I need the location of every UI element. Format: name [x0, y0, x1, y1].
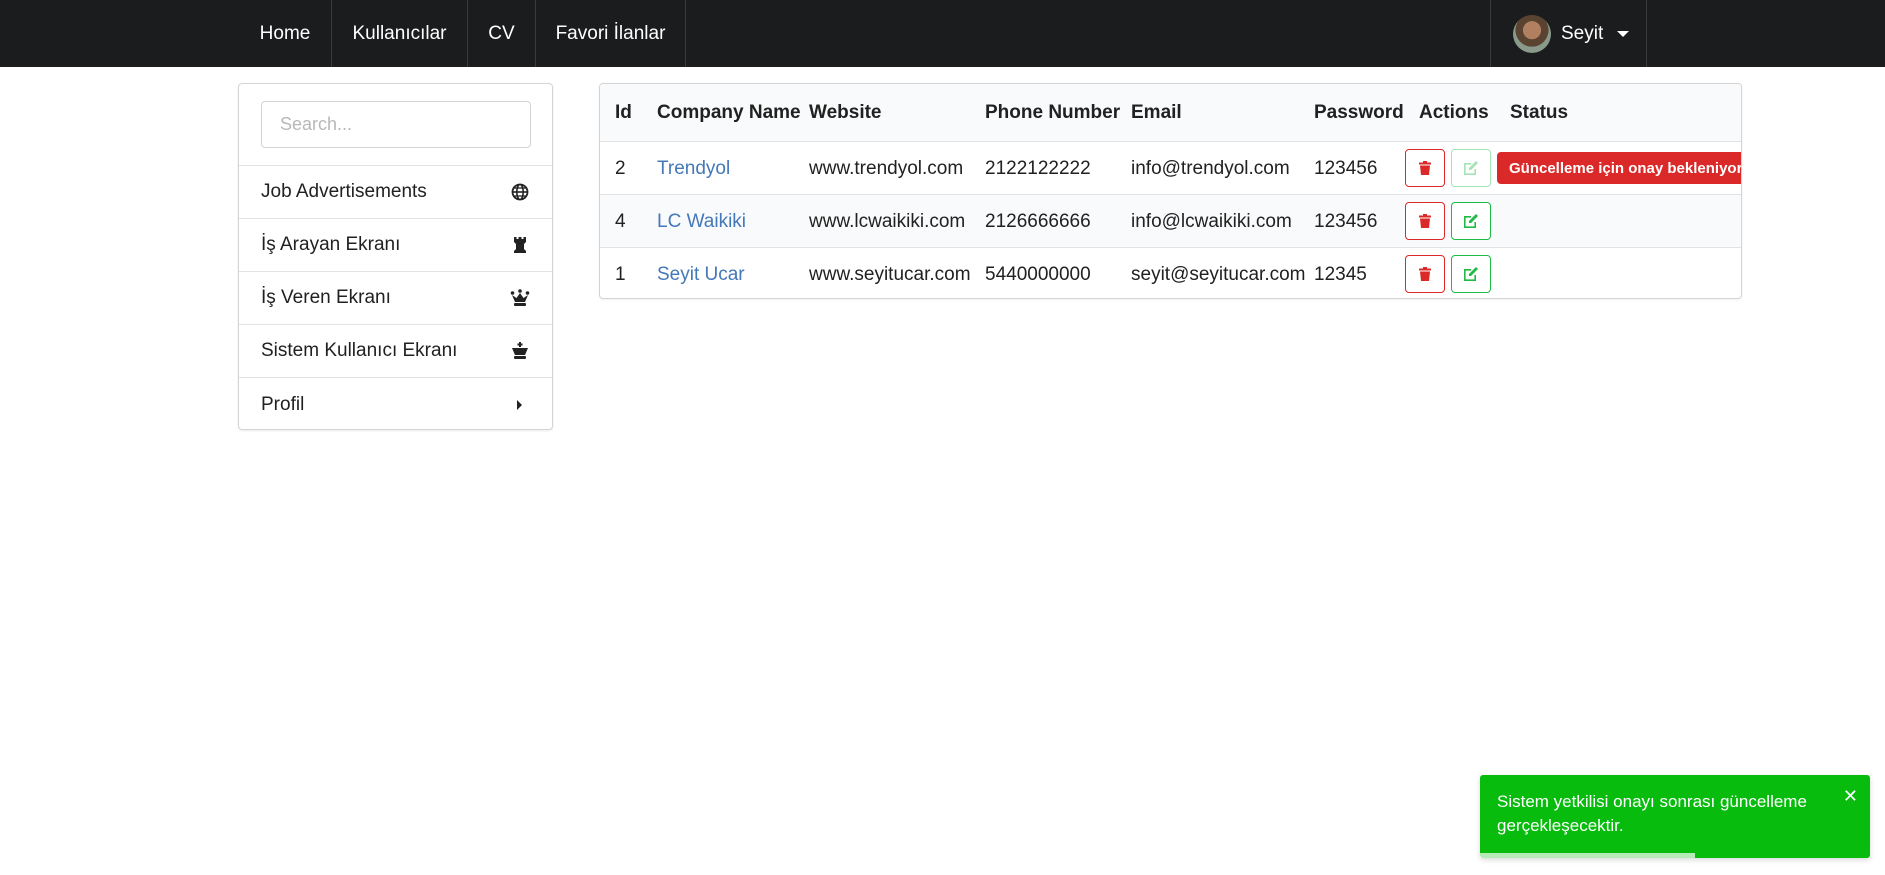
status-badge: Güncelleme için onay bekleniyor: [1497, 152, 1741, 184]
header-website: Website: [809, 102, 882, 123]
edit-icon: [1464, 214, 1478, 228]
company-link[interactable]: Seyit Ucar: [657, 248, 745, 298]
globe-icon: [510, 182, 530, 202]
company-link[interactable]: Trendyol: [657, 142, 730, 195]
header-status: Status: [1510, 102, 1569, 123]
nav-cv[interactable]: CV: [468, 0, 536, 67]
sidebar-item-profil[interactable]: Profil: [239, 378, 552, 431]
sidebar-item-label: Sistem Kullanıcı Ekranı: [261, 340, 458, 361]
cell-email: seyit@seyitucar.com: [1131, 263, 1306, 285]
user-menu[interactable]: Seyit: [1490, 0, 1647, 67]
cell-phone: 5440000000: [985, 263, 1091, 285]
edit-button[interactable]: [1451, 255, 1491, 293]
chess-queen-icon: [510, 288, 530, 308]
avatar: [1513, 14, 1551, 53]
caret-right-icon: [510, 395, 530, 415]
chess-king-icon: [510, 341, 530, 361]
delete-button[interactable]: [1405, 202, 1445, 240]
sidebar-item-job-advertisements[interactable]: Job Advertisements: [239, 166, 552, 219]
search-container: [239, 84, 552, 166]
trash-icon: [1419, 161, 1431, 175]
header-id: Id: [615, 102, 632, 123]
nav-kullanicilar[interactable]: Kullanıcılar: [332, 0, 468, 67]
edit-button[interactable]: [1451, 202, 1491, 240]
close-icon[interactable]: ✕: [1843, 784, 1858, 808]
chess-rook-icon: [510, 235, 530, 255]
cell-id: 2: [615, 157, 626, 179]
delete-button[interactable]: [1405, 149, 1445, 187]
header-actions: Actions: [1419, 102, 1489, 123]
nav-favori-ilanlar[interactable]: Favori İlanlar: [536, 0, 686, 67]
sidebar-item-label: Job Advertisements: [261, 181, 427, 202]
cell-email: info@trendyol.com: [1131, 157, 1290, 179]
edit-button[interactable]: [1451, 149, 1491, 187]
table-row: 1 Seyit Ucar www.seyitucar.com 544000000…: [600, 248, 1741, 298]
toast-notification: Sistem yetkilisi onayı sonrası güncellem…: [1480, 775, 1870, 858]
sidebar-item-label: İş Veren Ekranı: [261, 287, 391, 308]
sidebar-item-is-arayan[interactable]: İş Arayan Ekranı: [239, 219, 552, 272]
nav-home[interactable]: Home: [239, 0, 332, 67]
cell-phone: 2122122222: [985, 157, 1091, 179]
header-email: Email: [1131, 102, 1182, 123]
header-phone-number: Phone Number: [985, 102, 1121, 123]
cell-password: 123456: [1314, 210, 1378, 232]
table-row: 2 Trendyol www.trendyol.com 2122122222 i…: [600, 142, 1741, 195]
sidebar-item-is-veren[interactable]: İş Veren Ekranı: [239, 272, 552, 325]
cell-id: 1: [615, 263, 626, 285]
header-password: Password: [1314, 102, 1404, 123]
cell-website: www.seyitucar.com: [809, 263, 971, 285]
sidebar-item-sistem-kullanici[interactable]: Sistem Kullanıcı Ekranı: [239, 325, 552, 378]
cell-phone: 2126666666: [985, 210, 1091, 232]
header-company-name: Company Name: [657, 102, 801, 123]
cell-email: info@lcwaikiki.com: [1131, 210, 1292, 232]
edit-icon: [1464, 161, 1478, 175]
table-header: Id Company Name Website Phone Number Ema…: [600, 84, 1741, 142]
sidebar-menu: Job Advertisements İş Arayan Ekranı İş V…: [238, 83, 553, 430]
cell-website: www.trendyol.com: [809, 157, 964, 179]
top-navbar: Home Kullanıcılar CV Favori İlanlar Seyi…: [0, 0, 1885, 67]
toast-progress-bar: [1480, 853, 1695, 858]
companies-table: Id Company Name Website Phone Number Ema…: [599, 83, 1742, 299]
search-input[interactable]: [261, 101, 531, 148]
delete-button[interactable]: [1405, 255, 1445, 293]
cell-website: www.lcwaikiki.com: [809, 210, 966, 232]
chevron-down-icon: [1617, 30, 1630, 37]
edit-icon: [1464, 267, 1478, 281]
trash-icon: [1419, 214, 1431, 228]
company-link[interactable]: LC Waikiki: [657, 195, 746, 248]
sidebar-item-label: İş Arayan Ekranı: [261, 234, 401, 255]
cell-password: 123456: [1314, 157, 1378, 179]
cell-password: 12345: [1314, 263, 1367, 285]
cell-id: 4: [615, 210, 626, 232]
user-name: Seyit: [1561, 22, 1604, 44]
table-row: 4 LC Waikiki www.lcwaikiki.com 212666666…: [600, 195, 1741, 248]
toast-message: Sistem yetkilisi onayı sonrası güncellem…: [1497, 792, 1807, 835]
trash-icon: [1419, 267, 1431, 281]
sidebar-item-label: Profil: [261, 393, 305, 415]
